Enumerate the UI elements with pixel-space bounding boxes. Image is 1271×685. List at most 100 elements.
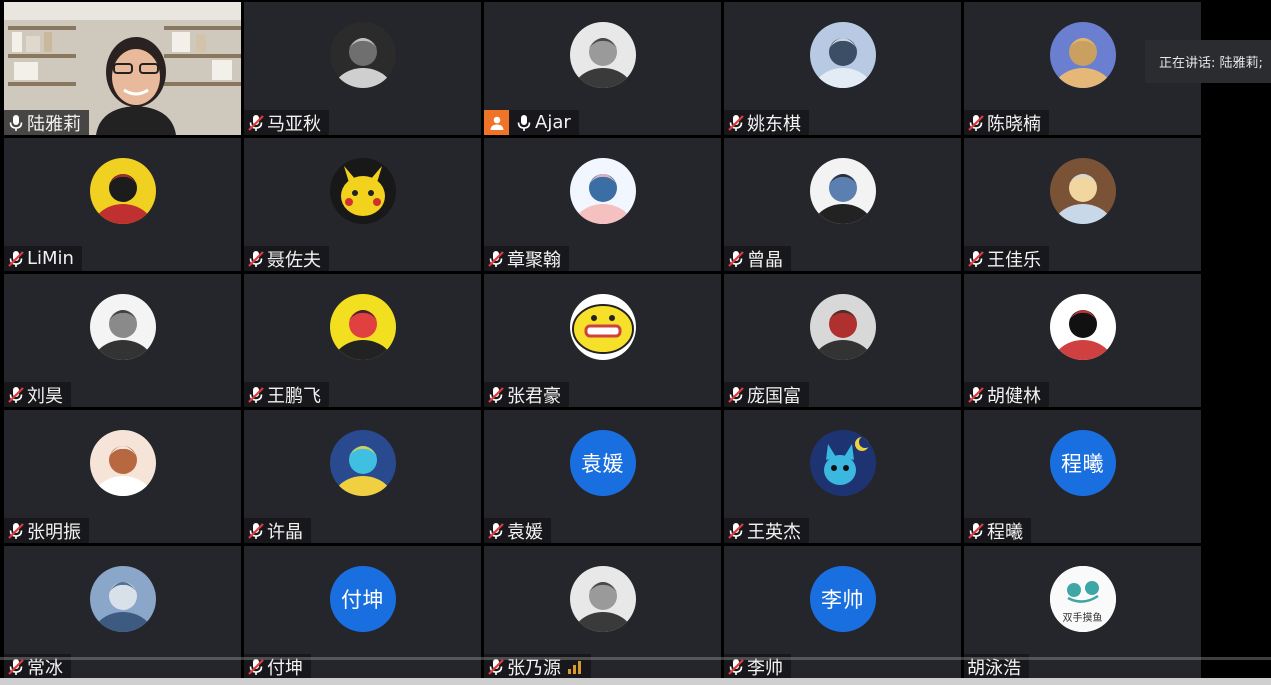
participant-name: 陈晓楠 [987, 113, 1041, 135]
participant-tile[interactable]: 许晶 [244, 410, 481, 543]
participant-nameplate: 曾晶 [724, 246, 791, 271]
mic-muted-icon [728, 114, 744, 131]
mic-muted-icon [968, 250, 984, 267]
pikachu-avatar-icon [329, 158, 396, 224]
anime-avatar-icon [569, 566, 636, 632]
active-speaker-text: 正在讲话: 陆雅莉; [1159, 56, 1263, 71]
participant-nameplate: 陈晓楠 [964, 110, 1049, 135]
participant-name: 程曦 [987, 521, 1023, 543]
text-avatar: 袁媛 [569, 430, 636, 496]
participant-nameplate: 聂佐夫 [244, 246, 329, 271]
photo-avatar-icon [1049, 22, 1116, 88]
participant-tile[interactable]: 程曦 程曦 [964, 410, 1201, 543]
participant-nameplate: 张明振 [4, 518, 89, 543]
person-icon [490, 116, 503, 130]
participant-nameplate: 胡健林 [964, 382, 1049, 407]
mic-muted-icon [248, 250, 264, 267]
participant-nameplate: 张君豪 [484, 382, 569, 407]
mic-muted-icon [248, 522, 264, 539]
anime-avatar-icon [1049, 158, 1116, 224]
text-avatar: 付坤 [329, 566, 396, 632]
participant-nameplate: 马亚秋 [244, 110, 329, 135]
participant-nameplate: 程曦 [964, 518, 1031, 543]
participant-nameplate: 陆雅莉 [4, 110, 89, 135]
mic-muted-icon [488, 250, 504, 267]
participant-nameplate: 王佳乐 [964, 246, 1049, 271]
mic-muted-icon [728, 386, 744, 403]
cartoon-avatar-icon [89, 430, 156, 496]
mic-muted-icon [8, 386, 24, 403]
participant-tile[interactable]: 刘昊 [4, 274, 241, 407]
signal-strength-icon [568, 660, 581, 674]
participant-tile[interactable]: 曾晶 [724, 138, 961, 271]
participant-name: 姚东棋 [747, 113, 801, 135]
participant-tile[interactable]: 章聚翰 [484, 138, 721, 271]
participant-tile[interactable]: 庞国富 [724, 274, 961, 407]
participant-tile[interactable]: LiMin [4, 138, 241, 271]
sketch-avatar-icon [329, 294, 396, 360]
participant-nameplate: 王英杰 [724, 518, 809, 543]
participant-tile[interactable]: 袁媛 袁媛 [484, 410, 721, 543]
participant-tile[interactable]: 王鹏飞 [244, 274, 481, 407]
mic-muted-icon [248, 386, 264, 403]
participant-tile[interactable]: 王英杰 [724, 410, 961, 543]
mic-muted-icon [248, 114, 264, 131]
participant-tile[interactable]: 姚东棋 [724, 2, 961, 135]
anime-avatar-icon [809, 158, 876, 224]
participant-tile[interactable]: 张君豪 [484, 274, 721, 407]
mic-muted-icon [488, 522, 504, 539]
participant-tile[interactable]: Ajar [484, 2, 721, 135]
participant-tile[interactable]: 王佳乐 [964, 138, 1201, 271]
emoji-avatar-icon [569, 294, 636, 360]
sketch-avatar-icon [89, 566, 156, 632]
participant-name: 陆雅莉 [27, 113, 81, 135]
participant-name: LiMin [27, 248, 74, 269]
mic-muted-icon [248, 658, 264, 675]
photo-avatar-icon [809, 294, 876, 360]
photo-avatar-icon [1049, 294, 1116, 360]
participant-name: Ajar [535, 112, 571, 133]
participant-grid: 陆雅莉 马亚秋 Ajar 姚东棋 陈晓楠 LiMin 聂佐夫 章聚翰 曾晶 王佳… [4, 2, 1201, 685]
participant-nameplate: LiMin [4, 246, 82, 271]
participant-nameplate: 许晶 [244, 518, 311, 543]
active-speaker-banner: 正在讲话: 陆雅莉; [1145, 40, 1271, 83]
mic-muted-icon [728, 250, 744, 267]
mic-on-icon [9, 114, 23, 131]
photo-avatar-icon [809, 22, 876, 88]
anime-avatar-icon [329, 430, 396, 496]
participant-name: 王佳乐 [987, 249, 1041, 271]
mic-muted-icon [968, 522, 984, 539]
mic-muted-icon [728, 522, 744, 539]
photo-avatar-icon [569, 22, 636, 88]
participant-tile[interactable]: 陆雅莉 [4, 2, 241, 135]
photo-avatar-icon [329, 22, 396, 88]
participant-tile[interactable]: 马亚秋 [244, 2, 481, 135]
participant-name: 马亚秋 [267, 113, 321, 135]
mic-muted-icon [968, 386, 984, 403]
participant-nameplate: 袁媛 [484, 518, 551, 543]
participant-name: 曾晶 [747, 249, 783, 271]
cartoon-avatar-icon [89, 294, 156, 360]
participant-name: 刘昊 [27, 385, 63, 407]
pig-avatar-icon [569, 158, 636, 224]
bottom-toolbar-edge [0, 678, 1271, 685]
photo-avatar-icon: 双手摸鱼 [1049, 566, 1116, 632]
participant-tile[interactable]: 张明振 [4, 410, 241, 543]
participant-name: 胡健林 [987, 385, 1041, 407]
participant-name: 王鹏飞 [267, 385, 321, 407]
participant-name: 许晶 [267, 521, 303, 543]
participant-nameplate: 庞国富 [724, 382, 809, 407]
toolbar-divider [0, 657, 1271, 660]
participant-name: 聂佐夫 [267, 249, 321, 271]
cartoon-avatar-icon [89, 158, 156, 224]
meeting-gallery-view: 陆雅莉 马亚秋 Ajar 姚东棋 陈晓楠 LiMin 聂佐夫 章聚翰 曾晶 王佳… [0, 0, 1271, 685]
mic-muted-icon [728, 658, 744, 675]
mic-muted-icon [488, 658, 504, 675]
participant-tile[interactable]: 胡健林 [964, 274, 1201, 407]
participant-tile[interactable]: 聂佐夫 [244, 138, 481, 271]
text-avatar: 李帅 [809, 566, 876, 632]
cartoon-cat-avatar-icon [809, 430, 876, 496]
participant-nameplate: 章聚翰 [484, 246, 569, 271]
participant-name: 庞国富 [747, 385, 801, 407]
mic-on-icon [517, 114, 531, 131]
